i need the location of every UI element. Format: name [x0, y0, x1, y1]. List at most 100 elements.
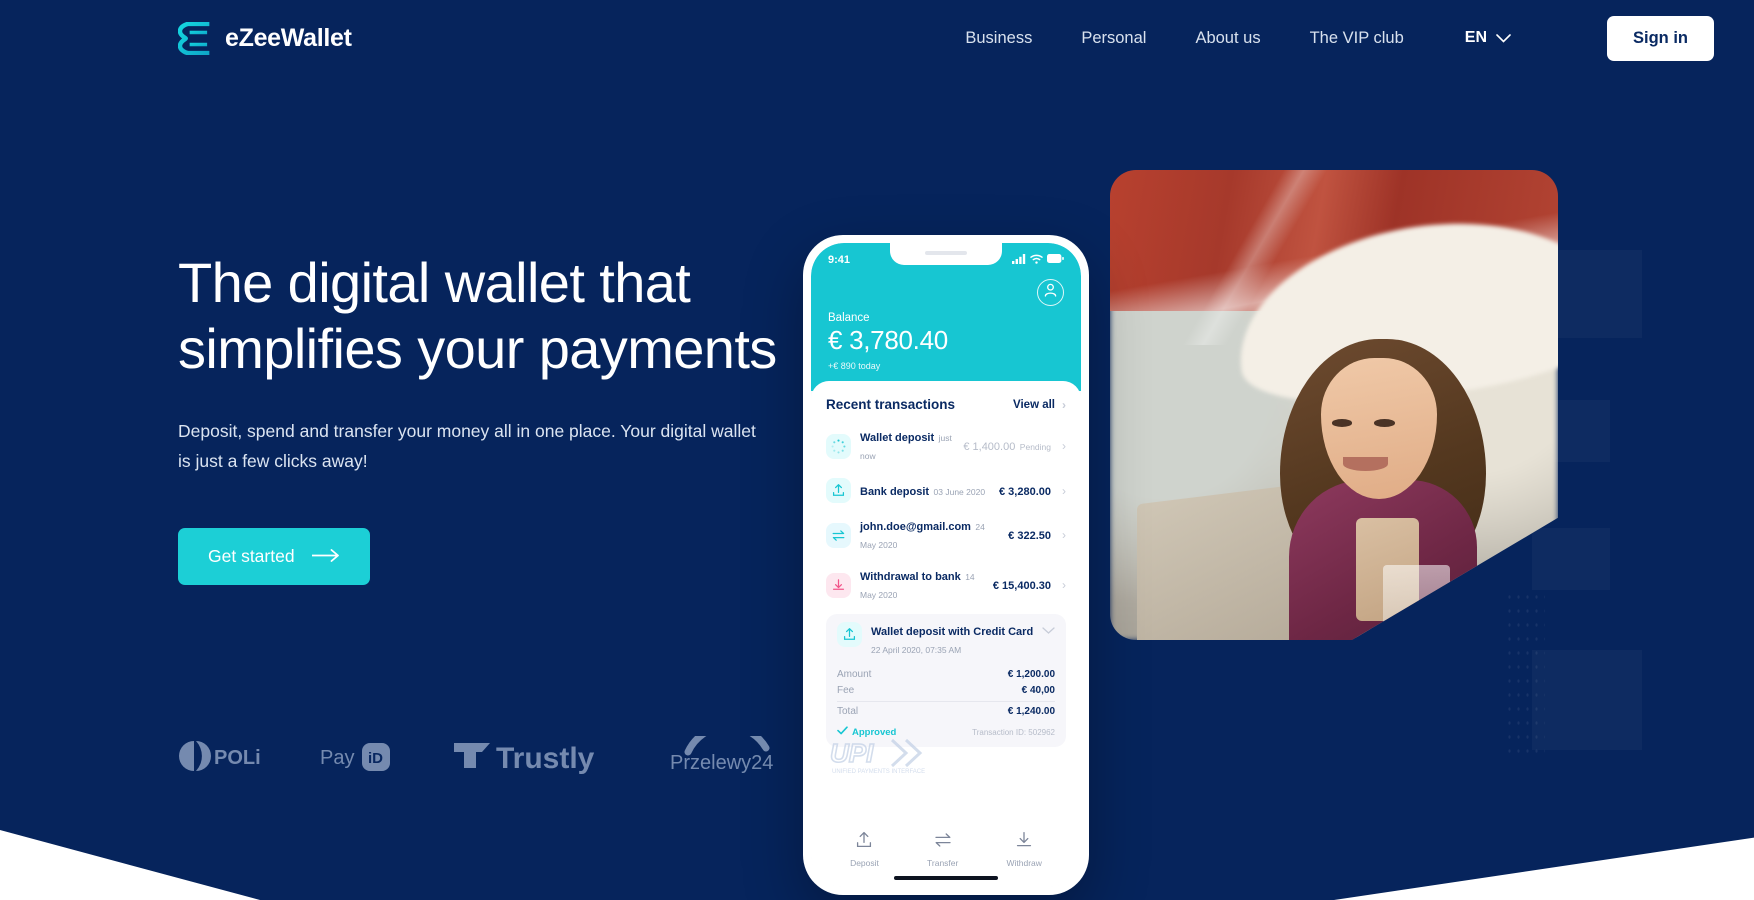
tab-withdraw[interactable]: Withdraw [1006, 830, 1042, 868]
battery-icon [1047, 254, 1064, 266]
detail-value: € 1,200.00 [1007, 668, 1055, 680]
spinner-pending-icon [826, 433, 851, 459]
account-avatar-button[interactable] [1037, 279, 1064, 306]
bottom-left-wedge [0, 830, 260, 900]
balance-label: Balance [828, 312, 870, 324]
przelewy24-logo-icon: Przelewy24 [666, 735, 784, 777]
tab-label: Deposit [850, 858, 879, 868]
status-time: 9:41 [828, 254, 851, 266]
sign-in-button[interactable]: Sign in [1607, 15, 1714, 61]
transaction-name: Withdrawal to bank [860, 571, 961, 583]
balance-today: +€ 890 today [828, 361, 881, 371]
transaction-name: Wallet deposit [860, 432, 935, 444]
transaction-amount: € 3,280.00 [999, 485, 1051, 498]
detail-row-total: Total € 1,240.00 [837, 703, 1055, 719]
chevron-down-icon [1496, 33, 1511, 43]
detail-row-fee: Fee € 40,00 [837, 682, 1055, 698]
phone-notch [890, 243, 1002, 265]
trustly-logo-icon: Trustly [450, 735, 620, 777]
balance-header: 9:41 Balance € 3,780.40 +€ 890 today [811, 243, 1081, 391]
chevron-right-icon: › [1062, 439, 1066, 453]
svg-text:UPI: UPI [830, 738, 874, 768]
get-started-label: Get started [208, 546, 295, 566]
transfer-swap-icon [933, 830, 953, 855]
svg-text:iD: iD [368, 750, 383, 767]
transaction-row[interactable]: john.doe@gmail.com 24 May 2020 € 322.50 … [826, 510, 1066, 560]
expanded-transaction-name: Wallet deposit with Credit Card [871, 626, 1034, 638]
get-started-button[interactable]: Get started [178, 528, 370, 585]
transaction-name: john.doe@gmail.com [860, 521, 971, 533]
phone-screen: 9:41 Balance € 3,780.40 +€ 890 today Rec… [811, 243, 1081, 887]
detail-key: Total [837, 705, 859, 717]
cellular-signal-icon [1012, 253, 1026, 267]
partner-logos: POLi Pay iD Trustly Przelewy24 UPI UNIFI… [178, 735, 926, 777]
expanded-transaction-detail[interactable]: Wallet deposit with Credit Card 22 April… [826, 614, 1066, 747]
detail-row-amount: Amount € 1,200.00 [837, 666, 1055, 682]
wifi-icon [1030, 254, 1043, 267]
detail-key: Fee [837, 684, 855, 696]
hero-copy: The digital wallet that simplifies your … [178, 250, 798, 585]
poli-logo-icon: POLi [178, 735, 274, 777]
transaction-status: Pending [1019, 442, 1051, 452]
transaction-row[interactable]: Wallet deposit just now € 1,400.00 Pendi… [826, 421, 1066, 471]
chevron-right-icon: › [1062, 578, 1066, 592]
view-all-link[interactable]: View all › [1013, 398, 1066, 412]
svg-text:POLi: POLi [214, 747, 261, 769]
language-selector[interactable]: EN [1465, 29, 1511, 47]
tab-label: Transfer [927, 858, 959, 868]
tab-label: Withdraw [1006, 858, 1042, 868]
transaction-amount: € 15,400.30 [992, 580, 1051, 592]
transaction-row[interactable]: Bank deposit 03 June 2020 € 3,280.00 › [826, 471, 1066, 510]
upi-logo-icon: UPI UNIFIED PAYMENTS INTERFACE [830, 735, 926, 777]
upload-arrow-icon [826, 478, 851, 503]
transaction-row[interactable]: Withdrawal to bank 14 May 2020 € 15,400.… [826, 560, 1066, 610]
chevron-right-icon: › [1062, 483, 1066, 498]
nav-item-personal[interactable]: Personal [1081, 29, 1146, 48]
transaction-id: Transaction ID: 502962 [972, 727, 1055, 737]
transactions-title: Recent transactions [826, 397, 956, 412]
recent-transactions-card: Recent transactions View all › Wallet de… [811, 381, 1081, 887]
top-navigation-bar: eZeeWallet Business Personal About us Th… [0, 0, 1754, 76]
chevron-up-icon[interactable] [1042, 622, 1055, 640]
tab-transfer[interactable]: Transfer [927, 830, 958, 868]
ezeewallet-logo-icon [178, 21, 211, 55]
transaction-amount: € 322.50 [1008, 530, 1051, 542]
user-avatar-icon [1044, 283, 1057, 302]
hero-subtitle: Deposit, spend and transfer your money a… [178, 421, 756, 471]
upload-arrow-icon [837, 622, 862, 647]
detail-key: Amount [837, 668, 872, 680]
transfer-swap-icon [826, 522, 851, 548]
chevron-right-icon: › [1062, 528, 1066, 542]
hero-visual: 9:41 Balance € 3,780.40 +€ 890 today Rec… [803, 0, 1754, 900]
transaction-amount: € 1,400.00 [963, 441, 1016, 453]
svg-text:Pay: Pay [320, 747, 354, 769]
nav-links: Business Personal About us The VIP club … [965, 15, 1714, 61]
download-arrow-icon [826, 572, 851, 598]
brand-name: eZeeWallet [225, 23, 352, 52]
language-value: EN [1464, 29, 1487, 46]
expanded-transaction-date: 22 April 2020, 07:35 AM [871, 645, 962, 655]
balance-amount: € 3,780.40 [828, 325, 948, 355]
nav-item-the-vip-club[interactable]: The VIP club [1310, 29, 1404, 48]
woman-with-phone-and-laptop-photo [1110, 170, 1558, 640]
page-title: The digital wallet that simplifies your … [178, 251, 777, 380]
transactions-header: Recent transactions View all › [826, 397, 1066, 412]
tab-deposit[interactable]: Deposit [850, 830, 879, 868]
phone-mockup: 9:41 Balance € 3,780.40 +€ 890 today Rec… [803, 235, 1089, 895]
upload-arrow-icon [854, 830, 874, 855]
svg-text:Trustly: Trustly [496, 742, 595, 775]
download-arrow-icon [1014, 830, 1034, 855]
svg-text:Przelewy24: Przelewy24 [670, 752, 773, 774]
detail-value: € 40,00 [1021, 684, 1055, 696]
chevron-right-icon: › [1062, 397, 1066, 412]
home-indicator [894, 876, 998, 880]
brand-logo[interactable]: eZeeWallet [178, 21, 352, 55]
view-all-label: View all [1013, 398, 1055, 411]
nav-item-business[interactable]: Business [965, 29, 1032, 48]
transaction-date: 03 June 2020 [933, 486, 986, 497]
transaction-name: Bank deposit [860, 485, 930, 498]
nav-item-about-us[interactable]: About us [1195, 29, 1260, 48]
payid-logo-icon: Pay iD [320, 735, 404, 777]
phone-tab-bar: Deposit Transfer Withdraw [826, 823, 1066, 872]
detail-value: € 1,240.00 [1007, 705, 1055, 717]
